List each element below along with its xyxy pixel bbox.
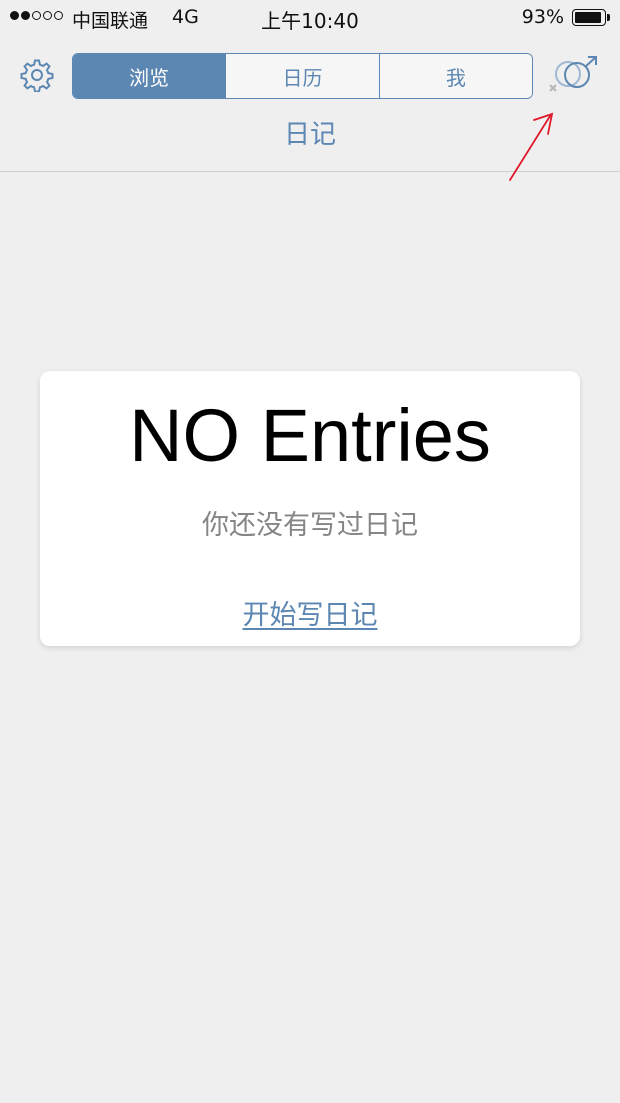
gender-symbol-icon (549, 56, 597, 92)
empty-state-card: NO Entries 你还没有写过日记 开始写日记 (40, 371, 580, 646)
tab-calendar[interactable]: 日历 (226, 54, 380, 98)
settings-button[interactable] (20, 58, 54, 93)
annotation-arrow-icon (509, 112, 554, 181)
battery-percent: 93% (521, 6, 564, 28)
start-writing-link[interactable]: 开始写日记 (40, 593, 580, 632)
empty-state-subtitle: 你还没有写过日记 (202, 510, 418, 541)
gear-icon (20, 59, 54, 93)
battery-fill (575, 12, 602, 23)
view-segmented-control: 浏览 日历 我 (72, 53, 533, 99)
tab-me[interactable]: 我 (379, 54, 532, 98)
tab-browse[interactable]: 浏览 (73, 54, 227, 98)
gender-switch-button[interactable] (546, 54, 604, 96)
status-bar: 中国联通 4G 上午10:40 93% (0, 0, 620, 36)
battery-icon (572, 9, 610, 26)
empty-state-title: NO Entries (129, 394, 491, 477)
